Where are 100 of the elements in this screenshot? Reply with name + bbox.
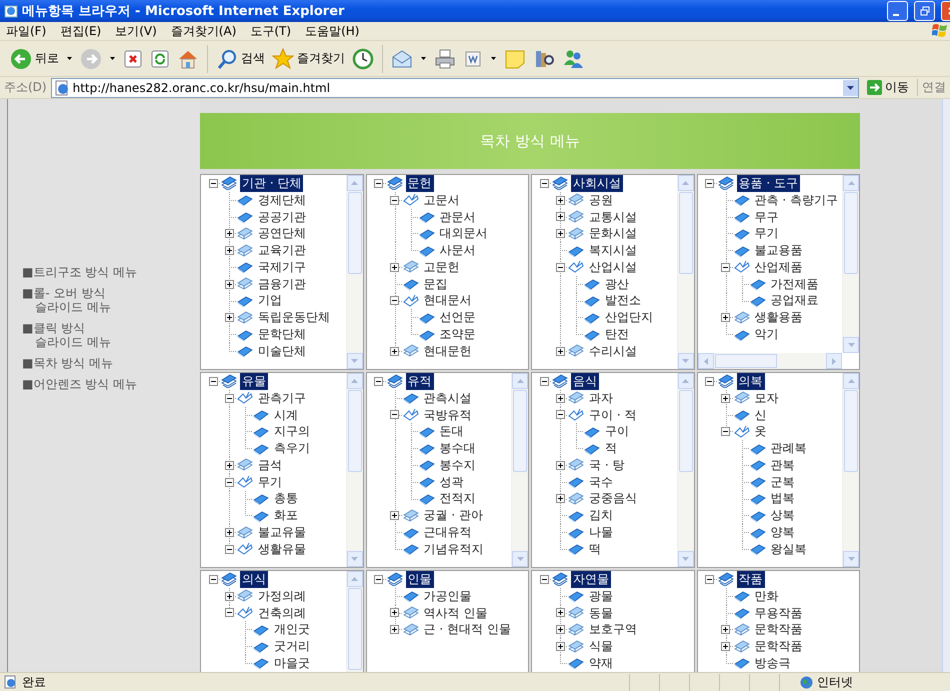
tree-item[interactable]: 기념유적지 [422, 540, 486, 558]
scrollbar[interactable] [346, 175, 362, 369]
tree-item[interactable]: 광물 [587, 588, 615, 605]
scrollbar[interactable] [842, 175, 859, 353]
plus-box-icon[interactable] [390, 511, 399, 520]
tree-item[interactable]: 개인굿 [272, 621, 312, 638]
tree-item[interactable]: 무기 [752, 225, 780, 242]
links-label[interactable]: 연결 [917, 79, 946, 96]
tree-item[interactable]: 궁궐 · 관아 [422, 507, 485, 524]
tree-item[interactable]: 음식 [571, 373, 599, 390]
tree-item[interactable]: 양복 [768, 524, 796, 542]
plus-box-icon[interactable] [556, 196, 564, 205]
tree-item[interactable]: 악기 [752, 326, 780, 344]
tree-item[interactable]: 마을굿 [272, 654, 312, 672]
tree-item[interactable]: 공업재료 [768, 292, 820, 310]
tree-item[interactable]: 인물 [406, 571, 434, 588]
plus-box-icon[interactable] [224, 592, 234, 601]
tree-item[interactable]: 의식 [240, 571, 268, 588]
minus-box-icon[interactable] [208, 376, 218, 386]
tree-item[interactable]: 가공인물 [422, 588, 474, 605]
minus-box-icon[interactable] [224, 608, 234, 618]
tree-item[interactable]: 사문서 [438, 242, 478, 260]
tree-item[interactable]: 용품 · 도구 [736, 175, 800, 192]
tree-item[interactable]: 식물 [587, 638, 615, 656]
tree-item[interactable]: 근대유적 [422, 524, 474, 542]
tree-item[interactable]: 자연물 [571, 571, 611, 588]
plus-box-icon[interactable] [721, 313, 730, 322]
minus-box-icon[interactable] [208, 178, 218, 188]
plus-box-icon[interactable] [556, 625, 564, 634]
sidebar-link[interactable]: ■목차 방식 메뉴 [21, 356, 200, 370]
minimize-button[interactable] [887, 1, 908, 21]
tree-item[interactable]: 국 · 탕 [587, 456, 626, 474]
tree-item[interactable]: 문학단체 [256, 326, 308, 344]
sidebar-link[interactable]: ■어안렌즈 방식 메뉴 [21, 377, 200, 391]
plus-box-icon[interactable] [224, 313, 234, 322]
tree-item[interactable]: 떡 [587, 540, 603, 558]
tree-item[interactable]: 현대문서 [422, 292, 474, 310]
tree-item[interactable]: 기업 [256, 292, 284, 310]
plus-box-icon[interactable] [556, 642, 564, 652]
plus-box-icon[interactable] [556, 229, 564, 238]
tree-item[interactable]: 성곽 [438, 474, 466, 491]
tree-item[interactable]: 산업단지 [603, 309, 655, 326]
page-scrollbar[interactable] [942, 99, 950, 672]
tree-item[interactable]: 법복 [768, 490, 796, 508]
minus-box-icon[interactable] [374, 178, 383, 188]
minus-box-icon[interactable] [556, 410, 564, 420]
tree-item[interactable]: 공공기관 [256, 208, 308, 226]
minus-box-icon[interactable] [374, 574, 383, 584]
tree-item[interactable]: 만화 [752, 588, 780, 605]
plus-box-icon[interactable] [390, 608, 399, 618]
tree-item[interactable]: 옷 [752, 423, 768, 440]
tree-item[interactable]: 대외문서 [438, 225, 490, 242]
tree-item[interactable]: 사회시설 [571, 175, 623, 192]
tree-item[interactable]: 과자 [587, 390, 615, 407]
minus-box-icon[interactable] [705, 574, 714, 584]
tree-item[interactable]: 고문서 [422, 192, 462, 209]
tree-item[interactable]: 산업시설 [587, 258, 639, 276]
tree-item[interactable]: 적 [603, 440, 619, 458]
tree-item[interactable]: 무용작품 [752, 604, 804, 622]
tree-item[interactable]: 금석 [256, 456, 284, 474]
minus-box-icon[interactable] [721, 427, 730, 436]
tree-item[interactable]: 미술단체 [256, 342, 308, 360]
minus-box-icon[interactable] [374, 376, 383, 386]
tree-item[interactable]: 수리시설 [587, 342, 639, 360]
menu-item[interactable]: 도구(T) [250, 22, 292, 40]
tree-item[interactable]: 고문헌 [422, 258, 462, 276]
minus-box-icon[interactable] [556, 262, 564, 272]
scrollbar[interactable] [346, 373, 362, 567]
tree-item[interactable]: 조약문 [438, 326, 478, 344]
tree-item[interactable]: 기관 · 단체 [240, 175, 304, 192]
tree-item[interactable]: 약재 [587, 654, 615, 672]
tree-item[interactable]: 문집 [422, 276, 450, 293]
plus-box-icon[interactable] [556, 460, 564, 470]
tree-item[interactable]: 구이 · 적 [587, 406, 638, 424]
tree-item[interactable]: 궁중음식 [587, 490, 639, 508]
minus-box-icon[interactable] [705, 178, 714, 188]
tree-item[interactable]: 국방유적 [422, 406, 474, 424]
tree-item[interactable]: 시계 [272, 406, 300, 424]
tree-item[interactable]: 무구 [752, 208, 780, 226]
tree-item[interactable]: 구이 [603, 423, 631, 440]
tree-item[interactable]: 동물 [587, 604, 615, 622]
tree-item[interactable]: 문화시설 [587, 225, 639, 242]
menu-item[interactable]: 보기(V) [115, 22, 157, 40]
tree-item[interactable]: 현대문헌 [422, 342, 474, 360]
address-dropdown-button[interactable] [843, 80, 858, 96]
tree-item[interactable]: 무기 [256, 474, 284, 491]
plus-box-icon[interactable] [721, 394, 730, 403]
restore-button[interactable] [914, 1, 935, 21]
tree-item[interactable]: 발전소 [603, 292, 643, 310]
tree-item[interactable]: 봉수지 [438, 456, 478, 474]
plus-box-icon[interactable] [390, 346, 399, 356]
sidebar-link[interactable]: ■롤- 오버 방식 슬라이드 메뉴 [21, 286, 200, 314]
plus-box-icon[interactable] [224, 460, 234, 470]
tree-item[interactable]: 생활용품 [752, 309, 804, 326]
menu-item[interactable]: 파일(F) [6, 22, 46, 40]
tree-item[interactable]: 관복 [768, 456, 796, 474]
minus-box-icon[interactable] [721, 262, 730, 272]
tree-item[interactable]: 가전제품 [768, 276, 820, 293]
tree-item[interactable]: 관측 · 측량기구 [752, 192, 840, 209]
tree-item[interactable]: 불교유물 [256, 524, 308, 542]
